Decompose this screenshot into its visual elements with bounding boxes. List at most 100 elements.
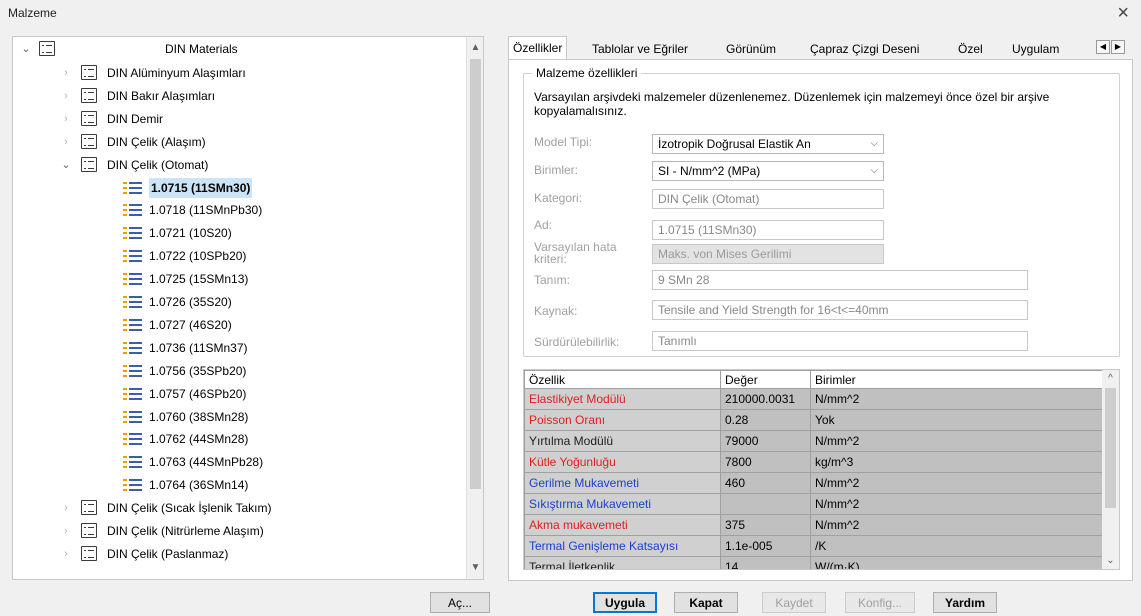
category-field[interactable]: DIN Çelik (Otomat) — [652, 189, 884, 209]
grid-row[interactable]: Poisson Oranı 0.28 Yok — [524, 409, 1104, 431]
scroll-down-icon[interactable]: ▼ — [467, 559, 483, 576]
save-button[interactable]: Kaydet — [762, 592, 826, 613]
property-unit-cell[interactable]: /K — [810, 535, 1104, 557]
chevron-right-icon[interactable]: › — [59, 86, 73, 106]
property-name-cell[interactable]: Gerilme Mukavemeti — [524, 472, 721, 494]
grid-row[interactable]: Sıkıştırma Mukavemeti N/mm^2 — [524, 493, 1104, 515]
source-field[interactable]: Tensile and Yield Strength for 16<t<=40m… — [652, 300, 1028, 320]
apply-to-button[interactable]: Aç... — [430, 592, 490, 613]
grid-scrollbar[interactable]: ^ ⌄ — [1102, 370, 1119, 569]
tab-scroll-left-icon[interactable]: ◀ — [1096, 40, 1110, 54]
tree-folder-row[interactable]: › DIN Alüminyum Alaşımları — [13, 63, 465, 83]
apply-button[interactable]: Uygula — [593, 592, 657, 613]
chevron-right-icon[interactable]: › — [59, 498, 73, 518]
tree-material-row[interactable]: 1.0756 (35SPb20) — [13, 361, 465, 381]
property-name-cell[interactable]: Poisson Oranı — [524, 409, 721, 431]
tree-material-row[interactable]: 1.0715 (11SMn30) — [13, 177, 465, 198]
scroll-thumb[interactable] — [470, 59, 481, 489]
grid-row[interactable]: Elastikiyet Modülü 210000.0031 N/mm^2 — [524, 388, 1104, 410]
tree-folder-row[interactable]: › DIN Çelik (Alaşım) — [13, 132, 465, 152]
tree-material-row[interactable]: 1.0725 (15SMn13) — [13, 269, 465, 289]
close-icon[interactable]: × — [1117, 2, 1129, 25]
tree-material-row[interactable]: 1.0726 (35S20) — [13, 292, 465, 312]
grid-row[interactable]: Termal İletkenlik 14 W/(m·K) — [524, 556, 1104, 569]
grid-row[interactable]: Akma mukavemeti 375 N/mm^2 — [524, 514, 1104, 536]
property-name-cell[interactable]: Kütle Yoğunluğu — [524, 451, 721, 473]
tree-scrollbar[interactable]: ▲ ▼ — [466, 37, 483, 579]
col-header-value[interactable]: Değer — [720, 370, 811, 389]
tree-folder-row[interactable]: › DIN Çelik (Nitrürleme Alaşım) — [13, 521, 465, 541]
property-value-cell[interactable]: 460 — [720, 472, 811, 494]
property-unit-cell[interactable]: W/(m·K) — [810, 556, 1104, 569]
tab-crosshatch[interactable]: Çapraz Çizgi Deseni — [806, 40, 923, 60]
property-unit-cell[interactable]: N/mm^2 — [810, 430, 1104, 452]
grid-row[interactable]: Termal Genişleme Katsayısı 1.1e-005/K — [524, 535, 1104, 557]
property-unit-cell[interactable]: kg/m^3 — [810, 451, 1104, 473]
tab-scroll-right-icon[interactable]: ▶ — [1111, 40, 1125, 54]
tree-material-row[interactable]: 1.0727 (46S20) — [13, 315, 465, 335]
tree-folder-row[interactable]: › DIN Demir — [13, 109, 465, 129]
chevron-down-icon[interactable]: ⌄ — [19, 39, 33, 59]
grid-row[interactable]: Gerilme Mukavemeti 460 N/mm^2 — [524, 472, 1104, 494]
property-value-cell[interactable]: 210000.0031 — [720, 388, 811, 410]
chevron-right-icon[interactable]: › — [59, 132, 73, 152]
property-value-cell[interactable]: 14 — [720, 556, 811, 569]
tree-folder-row[interactable]: › DIN Çelik (Paslanmaz) — [13, 544, 465, 564]
tree-material-row[interactable]: 1.0760 (38SMn28) — [13, 407, 465, 427]
property-unit-cell[interactable]: N/mm^2 — [810, 472, 1104, 494]
help-button[interactable]: Yardım — [933, 592, 997, 613]
chevron-right-icon[interactable]: › — [59, 109, 73, 129]
config-button[interactable]: Konfig... — [845, 592, 915, 613]
failure-criterion-select[interactable]: Maks. von Mises Gerilimi — [652, 244, 884, 264]
property-name-cell[interactable]: Yırtılma Modülü — [524, 430, 721, 452]
model-type-select[interactable]: İzotropik Doğrusal Elastik An ⌵ — [652, 134, 884, 154]
name-field[interactable]: 1.0715 (11SMn30) — [652, 220, 884, 240]
property-name-cell[interactable]: Sıkıştırma Mukavemeti — [524, 493, 721, 515]
property-unit-cell[interactable]: N/mm^2 — [810, 514, 1104, 536]
property-name-cell[interactable]: Termal İletkenlik — [524, 556, 721, 569]
scroll-up-icon[interactable]: ^ — [1102, 370, 1119, 387]
tree-material-row[interactable]: 1.0722 (10SPb20) — [13, 246, 465, 266]
property-name-cell[interactable]: Akma mukavemeti — [524, 514, 721, 536]
tab-tables-curves[interactable]: Tablolar ve Eğriler — [588, 40, 692, 60]
property-value-cell[interactable] — [720, 493, 811, 515]
tree-material-row[interactable]: 1.0718 (11SMnPb30) — [13, 200, 465, 220]
tab-appearance[interactable]: Görünüm — [722, 40, 780, 60]
property-value-cell[interactable]: 0.28 — [720, 409, 811, 431]
property-unit-cell[interactable]: Yok — [810, 409, 1104, 431]
tree-root-row[interactable]: ⌄ DIN Materials — [13, 39, 465, 59]
tab-application[interactable]: Uygulam — [1008, 40, 1063, 60]
tab-custom[interactable]: Özel — [954, 40, 987, 60]
scroll-down-icon[interactable]: ⌄ — [1102, 552, 1119, 569]
close-button[interactable]: Kapat — [674, 592, 738, 613]
tree-folder-row[interactable]: ⌄ DIN Çelik (Otomat) — [13, 155, 465, 175]
property-name-cell[interactable]: Elastikiyet Modülü — [524, 388, 721, 410]
property-unit-cell[interactable]: N/mm^2 — [810, 493, 1104, 515]
chevron-right-icon[interactable]: › — [59, 521, 73, 541]
chevron-right-icon[interactable]: › — [59, 63, 73, 83]
units-select[interactable]: SI - N/mm^2 (MPa) ⌵ — [652, 161, 884, 181]
property-value-cell[interactable]: 7800 — [720, 451, 811, 473]
property-unit-cell[interactable]: N/mm^2 — [810, 388, 1104, 410]
tree-material-row[interactable]: 1.0764 (36SMn14) — [13, 475, 465, 495]
property-value-cell[interactable]: 1.1e-005 — [720, 535, 811, 557]
grid-row[interactable]: Kütle Yoğunluğu 7800 kg/m^3 — [524, 451, 1104, 473]
tree-material-row[interactable]: 1.0762 (44SMn28) — [13, 429, 465, 449]
tree-material-row[interactable]: 1.0736 (11SMn37) — [13, 338, 465, 358]
chevron-right-icon[interactable]: › — [59, 544, 73, 564]
tree-material-row[interactable]: 1.0721 (10S20) — [13, 223, 465, 243]
tree-material-row[interactable]: 1.0757 (46SPb20) — [13, 384, 465, 404]
description-field[interactable]: 9 SMn 28 — [652, 270, 1028, 290]
tab-properties[interactable]: Özellikler — [508, 36, 568, 60]
grid-row[interactable]: Yırtılma Modülü 79000 N/mm^2 — [524, 430, 1104, 452]
scroll-up-icon[interactable]: ▲ — [467, 39, 483, 56]
sustainability-field[interactable]: Tanımlı — [652, 331, 1028, 351]
scroll-thumb[interactable] — [1105, 388, 1116, 508]
property-value-cell[interactable]: 375 — [720, 514, 811, 536]
chevron-down-icon[interactable]: ⌄ — [59, 155, 73, 175]
col-header-units[interactable]: Birimler — [810, 370, 1104, 389]
property-name-cell[interactable]: Termal Genişleme Katsayısı — [524, 535, 721, 557]
material-tree[interactable]: ⌄ DIN Materials › DIN Alüminyum Alaşımlar… — [12, 36, 484, 580]
property-value-cell[interactable]: 79000 — [720, 430, 811, 452]
tree-folder-row[interactable]: › DIN Bakır Alaşımları — [13, 86, 465, 106]
